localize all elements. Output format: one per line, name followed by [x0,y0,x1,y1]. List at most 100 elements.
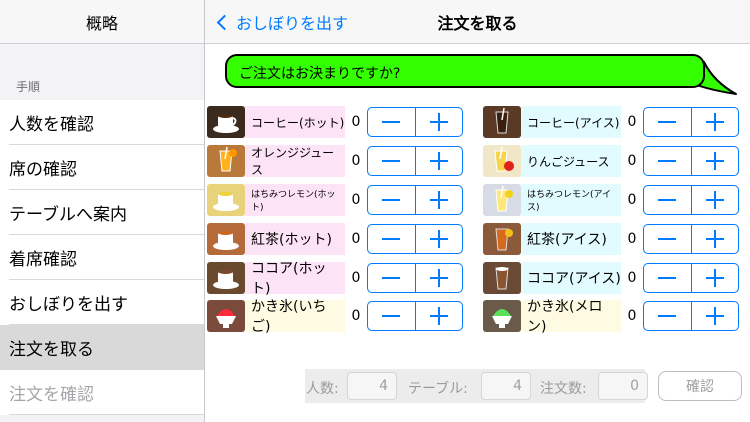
plus-icon [429,230,448,248]
decrement-button[interactable] [368,302,415,330]
quantity-stepper [367,263,463,293]
sidebar-item-check-seat[interactable]: 席の確認 [0,145,204,190]
quantity-stepper [643,146,739,176]
iced-honey-lemon-icon [483,184,521,216]
decrement-button[interactable] [368,108,415,136]
hot-coffee-icon [207,106,245,138]
quantity-value: 0 [627,231,637,247]
plus-icon [705,191,724,209]
quantity-value: 0 [351,114,361,130]
increment-button[interactable] [414,108,463,136]
increment-button[interactable] [414,186,463,214]
menu-item-label: 紅茶(アイス) [521,223,621,255]
minus-icon [382,121,401,123]
increment-button[interactable] [690,302,739,330]
plus-icon [705,269,724,287]
decrement-button[interactable] [644,225,691,253]
orange-juice-icon [207,145,245,177]
plus-icon [429,269,448,287]
hot-tea-icon [207,223,245,255]
increment-button[interactable] [690,147,739,175]
step-list: 人数を確認 席の確認 テーブルへ案内 着席確認 おしぼりを出す 注文を取る 注文… [0,100,204,415]
quantity-value: 0 [627,308,637,324]
minus-icon [382,277,401,279]
quantity-value: 0 [351,270,361,286]
decrement-button[interactable] [644,302,691,330]
order-count-label: 注文数: [540,381,587,397]
chevron-left-icon [216,14,233,30]
table-label: テーブル: [408,381,468,397]
increment-button[interactable] [414,147,463,175]
increment-button[interactable] [690,225,739,253]
minus-icon [658,277,677,279]
decrement-button[interactable] [644,186,691,214]
increment-button[interactable] [690,264,739,292]
menu-item-label: オレンジジュース [245,145,345,177]
plus-icon [429,113,448,131]
iced-cocoa-icon [483,262,521,294]
menu-row: コーヒー(アイス) 0 [481,104,739,140]
melon-shaved-ice-icon [483,300,521,332]
menu-item-label: 紅茶(ホット) [245,223,345,255]
sidebar-title: 概略 [0,0,204,44]
decrement-button[interactable] [368,225,415,253]
order-count-field: 0 [598,372,648,400]
sidebar-item-guide-to-table[interactable]: テーブルへ案内 [0,190,204,235]
minus-icon [658,238,677,240]
menu-row: かき氷(いちご) 0 [205,298,463,335]
plus-icon [429,152,448,170]
increment-button[interactable] [414,264,463,292]
sidebar-item-confirm-people[interactable]: 人数を確認 [0,100,204,145]
decrement-button[interactable] [368,147,415,175]
sidebar-item-take-order[interactable]: 注文を取る [0,325,204,370]
increment-button[interactable] [690,186,739,214]
navigation-bar: おしぼりを出す 注文を取る [205,0,750,44]
minus-icon [382,238,401,240]
increment-button[interactable] [690,108,739,136]
menu-row: ココア(ホット) 0 [205,260,463,297]
decrement-button[interactable] [368,264,415,292]
minus-icon [658,121,677,123]
quantity-stepper [643,224,739,254]
minus-icon [658,160,677,162]
quantity-stepper [643,301,739,331]
menu-item-label: はちみつレモン(ホット) [245,184,345,216]
back-button[interactable]: おしぼりを出す [215,0,348,44]
sidebar-item-serve-towel[interactable]: おしぼりを出す [0,280,204,325]
strawberry-shaved-ice-icon [207,300,245,332]
plus-icon [705,152,724,170]
minus-icon [382,315,401,317]
decrement-button[interactable] [644,264,691,292]
menu-item-label: コーヒー(アイス) [521,106,621,138]
confirm-button[interactable]: 確認 [658,371,742,401]
plus-icon [705,113,724,131]
quantity-value: 0 [627,192,637,208]
hot-cocoa-icon [207,262,245,294]
decrement-button[interactable] [368,186,415,214]
iced-coffee-icon [483,106,521,138]
quantity-stepper [367,224,463,254]
menu-row: かき氷(メロン) 0 [481,298,739,335]
quantity-value: 0 [627,114,637,130]
menu-row: オレンジジュース 0 [205,143,463,179]
speech-bubble: ご注文はお決まりですか? [225,54,705,88]
plus-icon [705,230,724,248]
plus-icon [429,191,448,209]
sidebar-item-confirm-seated[interactable]: 着席確認 [0,235,204,280]
minus-icon [382,199,401,201]
increment-button[interactable] [414,302,463,330]
quantity-value: 0 [627,270,637,286]
minus-icon [658,315,677,317]
sidebar: 概略 手順 人数を確認 席の確認 テーブルへ案内 着席確認 おしぼりを出す 注文… [0,0,205,422]
increment-button[interactable] [414,225,463,253]
menu-item-label: コーヒー(ホット) [245,106,345,138]
quantity-value: 0 [351,308,361,324]
quantity-stepper [367,301,463,331]
decrement-button[interactable] [644,108,691,136]
decrement-button[interactable] [644,147,691,175]
quantity-stepper [643,107,739,137]
quantity-stepper [367,146,463,176]
people-label: 人数: [306,381,339,397]
quantity-stepper [367,107,463,137]
menu-row: 紅茶(ホット) 0 [205,221,463,257]
